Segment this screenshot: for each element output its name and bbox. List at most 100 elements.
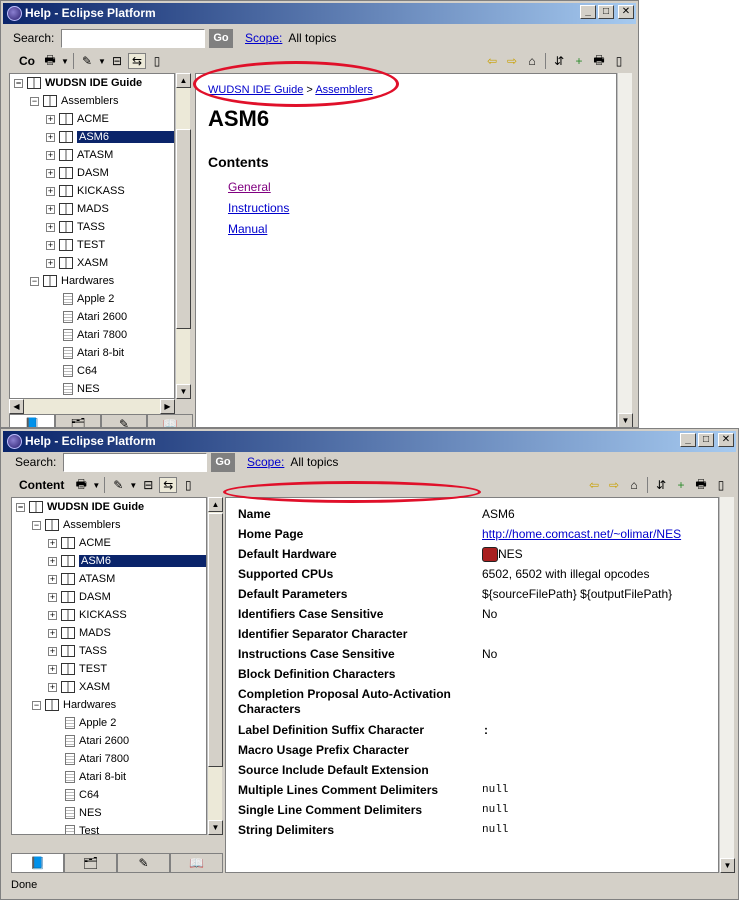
tree-item-hardwares[interactable]: − Hardwares [30, 272, 114, 290]
sync-toc-icon[interactable]: ⇵ [550, 53, 568, 69]
maximize-button[interactable]: □ [598, 5, 614, 19]
tree-vertical-scrollbar[interactable]: ▲ ▼ [207, 497, 223, 835]
tree-item-assemblers[interactable]: − Assemblers [32, 516, 120, 534]
scroll-down-icon[interactable]: ▼ [720, 858, 735, 873]
tree-item-nes[interactable]: NES [65, 804, 102, 822]
tree-horizontal-scrollbar[interactable]: ◀ ▶ [9, 399, 175, 414]
content-link-general[interactable]: General [228, 180, 271, 194]
scroll-thumb[interactable] [208, 513, 223, 767]
home-icon[interactable]: ⌂ [625, 477, 643, 493]
scroll-down-icon[interactable]: ▼ [176, 384, 191, 399]
tree-item-tass[interactable]: + TASS [48, 642, 107, 660]
chevron-down-icon[interactable]: ▼ [98, 53, 106, 69]
back-arrow-icon[interactable]: ⇦ [585, 477, 603, 493]
scroll-up-icon[interactable]: ▲ [208, 497, 223, 512]
tab-index[interactable]: 🗂 [55, 414, 101, 427]
search-input[interactable] [61, 28, 205, 48]
tree-item-atari8bit[interactable]: Atari 8-bit [65, 768, 126, 786]
tree-item-atasm[interactable]: + ATASM [46, 146, 113, 164]
tree-item-acme[interactable]: + ACME [46, 110, 109, 128]
maximize-view-icon[interactable]: ▯ [712, 477, 730, 493]
tree-item-assemblers[interactable]: − Assemblers [30, 92, 118, 110]
collapse-all-icon[interactable]: ⊟ [108, 53, 126, 69]
scroll-thumb[interactable] [176, 129, 191, 329]
search-input[interactable] [63, 452, 207, 472]
tree-item-atari7800[interactable]: Atari 7800 [63, 326, 127, 344]
print-icon[interactable]: 🖶 [72, 477, 90, 493]
close-button[interactable]: ✕ [718, 433, 734, 447]
print-icon[interactable]: 🖶 [41, 53, 59, 69]
forward-arrow-icon[interactable]: ⇨ [605, 477, 623, 493]
tab-contents[interactable]: 📘 [11, 853, 64, 873]
go-button[interactable]: Go [209, 28, 233, 48]
tab-search[interactable]: ✎ [117, 853, 170, 873]
tree-item-atari7800[interactable]: Atari 7800 [65, 750, 129, 768]
tree-item-test[interactable]: + TEST [48, 660, 107, 678]
tree-item-asm6[interactable]: + ASM6 [46, 128, 174, 146]
close-button[interactable]: ✕ [618, 5, 634, 19]
collapse-all-icon[interactable]: ⊟ [139, 477, 157, 493]
tab-search[interactable]: ✎ [101, 414, 147, 427]
tree-item-dasm[interactable]: + DASM [46, 164, 109, 182]
scope-link[interactable]: Scope: [247, 455, 284, 469]
tree-item-apple2[interactable]: Apple 2 [65, 714, 116, 732]
tree-item-atari2600[interactable]: Atari 2600 [65, 732, 129, 750]
tree-item-xasm[interactable]: + XASM [48, 678, 110, 696]
sync-toc-icon[interactable]: ⇵ [652, 477, 670, 493]
tab-bookmarks[interactable]: 📖 [170, 853, 223, 873]
chevron-down-icon[interactable]: ▼ [92, 477, 100, 493]
tree-item-kickass[interactable]: + KICKASS [46, 182, 125, 200]
tree-item-c64[interactable]: C64 [63, 362, 97, 380]
tab-index[interactable]: 🗂 [64, 853, 117, 873]
tree-item-atasm[interactable]: + ATASM [48, 570, 115, 588]
window-titlebar[interactable]: Help - Eclipse Platform _ □ ✕ [3, 431, 736, 452]
scroll-left-icon[interactable]: ◀ [9, 399, 24, 414]
tree-item-acme[interactable]: + ACME [48, 534, 111, 552]
link-with-contents-icon[interactable]: ⇆ [128, 53, 146, 69]
tree-item-dasm[interactable]: + DASM [48, 588, 111, 606]
tree-item-asm6[interactable]: + ASM6 [48, 552, 206, 570]
scroll-down-icon[interactable]: ▼ [208, 820, 223, 835]
tree-item-test-hw[interactable]: Test [65, 822, 99, 834]
bookmark-add-icon[interactable]: + [672, 477, 690, 493]
tree-item-atari2600[interactable]: Atari 2600 [63, 308, 127, 326]
chevron-down-icon[interactable]: ▼ [61, 53, 69, 69]
tab-bookmarks[interactable]: 📖 [147, 414, 193, 427]
tree-item-xasm[interactable]: + XASM [46, 254, 108, 272]
tree-item-mads[interactable]: + MADS [46, 200, 109, 218]
content-vertical-scrollbar[interactable]: ▼ [617, 73, 633, 427]
forward-arrow-icon[interactable]: ⇨ [503, 53, 521, 69]
content-link-manual[interactable]: Manual [228, 222, 267, 236]
go-button[interactable]: Go [211, 452, 235, 472]
home-page-link[interactable]: http://home.comcast.net/~olimar/NES [482, 527, 681, 541]
tree-item-root[interactable]: − WUDSN IDE Guide [16, 498, 144, 516]
tree-item-c64[interactable]: C64 [65, 786, 99, 804]
content-vertical-scrollbar[interactable]: ▼ [719, 497, 735, 873]
maximize-view-icon[interactable]: ▯ [179, 477, 197, 493]
maximize-view-icon[interactable]: ▯ [610, 53, 628, 69]
scroll-right-icon[interactable]: ▶ [160, 399, 175, 414]
link-with-contents-icon[interactable]: ⇆ [159, 477, 178, 493]
content-link-instructions[interactable]: Instructions [228, 201, 289, 215]
tree-item-test[interactable]: + TEST [46, 236, 105, 254]
tree-item-apple2[interactable]: Apple 2 [63, 290, 114, 308]
maximize-view-icon[interactable]: ▯ [148, 53, 166, 69]
home-icon[interactable]: ⌂ [523, 53, 541, 69]
chevron-down-icon[interactable]: ▼ [129, 477, 137, 493]
maximize-button[interactable]: □ [698, 433, 714, 447]
tree-item-hardwares[interactable]: − Hardwares [32, 696, 116, 714]
tree-item-nes[interactable]: NES [63, 380, 100, 398]
minimize-button[interactable]: _ [680, 433, 696, 447]
back-arrow-icon[interactable]: ⇦ [483, 53, 501, 69]
scroll-up-icon[interactable]: ▲ [176, 73, 191, 88]
highlight-search-icon[interactable]: ✎ [109, 477, 127, 493]
minimize-button[interactable]: _ [580, 5, 596, 19]
print-icon[interactable]: 🖶 [692, 477, 710, 493]
bookmark-add-icon[interactable]: + [570, 53, 588, 69]
highlight-search-icon[interactable]: ✎ [78, 53, 96, 69]
print-icon[interactable]: 🖶 [590, 53, 608, 69]
tab-contents[interactable]: 📘 [9, 414, 55, 427]
tree-item-root[interactable]: − WUDSN IDE Guide [14, 74, 142, 92]
tree-item-kickass[interactable]: + KICKASS [48, 606, 127, 624]
scroll-down-icon[interactable]: ▼ [618, 413, 633, 427]
